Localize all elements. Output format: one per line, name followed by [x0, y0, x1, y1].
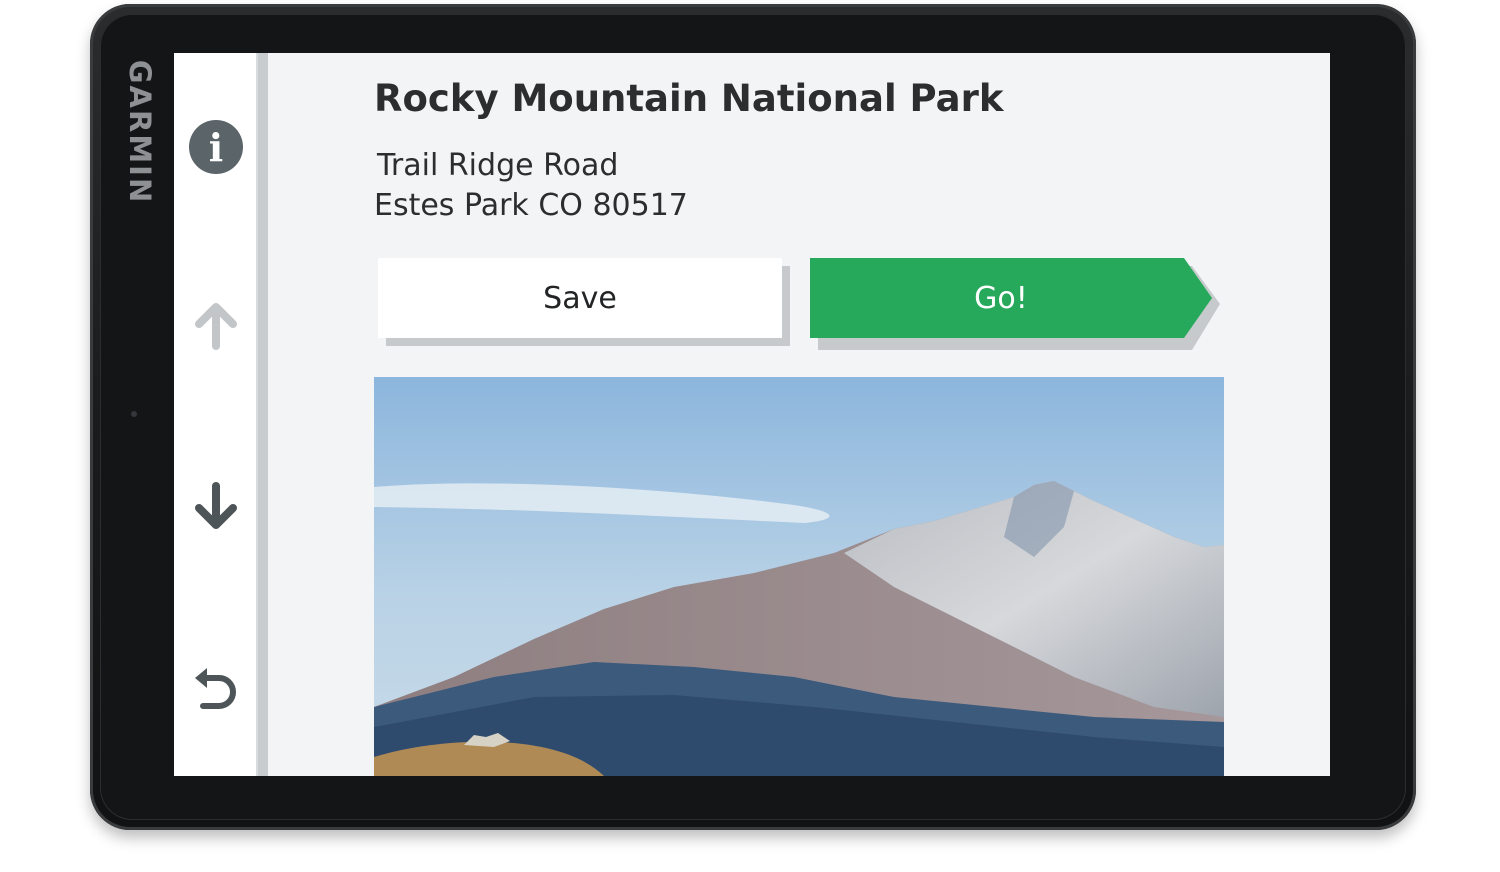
save-button[interactable]: Save	[378, 258, 782, 338]
sidebar-divider	[256, 53, 268, 776]
location-title: Rocky Mountain National Park	[374, 77, 1004, 120]
back-icon	[195, 668, 236, 709]
arrow-down-icon	[195, 482, 237, 529]
go-button[interactable]: Go!	[810, 258, 1220, 350]
address-line-2: Estes Park CO 80517	[374, 188, 688, 223]
back-button[interactable]	[186, 657, 246, 717]
go-button-label: Go!	[974, 280, 1028, 316]
save-button-label: Save	[543, 280, 617, 316]
brand-logo: GARMIN	[123, 59, 157, 205]
info-icon: i	[189, 120, 243, 174]
address-line-1: Trail Ridge Road	[377, 148, 619, 183]
device-screen: i Rocky Mountain National Park Trail Rid…	[174, 53, 1330, 776]
scroll-down-button[interactable]	[186, 477, 246, 537]
light-sensor	[131, 411, 137, 417]
mountain-image	[374, 377, 1224, 776]
scroll-up-button[interactable]	[186, 295, 246, 355]
sidebar: i	[174, 53, 256, 776]
location-photo	[374, 377, 1224, 776]
arrow-up-icon	[195, 303, 237, 350]
info-button[interactable]: i	[186, 117, 246, 177]
